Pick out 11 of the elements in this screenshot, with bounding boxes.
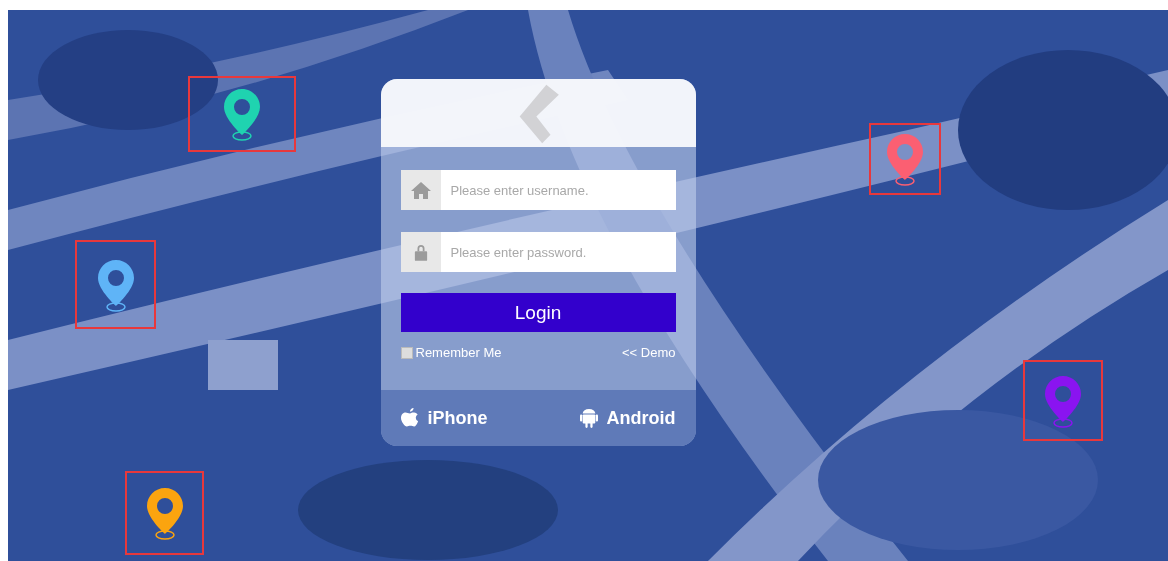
home-icon	[400, 170, 441, 210]
password-field[interactable]: Please enter password.	[440, 232, 676, 272]
lock-icon	[400, 232, 441, 272]
demo-link[interactable]: << Demo	[622, 345, 676, 360]
apple-icon	[400, 408, 419, 428]
remember-me-checkbox[interactable]: Remember Me	[400, 345, 502, 360]
login-button[interactable]: Login	[400, 293, 676, 332]
username-field[interactable]: Please enter username.	[440, 170, 676, 210]
app-download-link[interactable]: iPhone	[400, 407, 488, 429]
android-icon	[579, 408, 598, 428]
app-download-link[interactable]: Android	[579, 407, 676, 429]
